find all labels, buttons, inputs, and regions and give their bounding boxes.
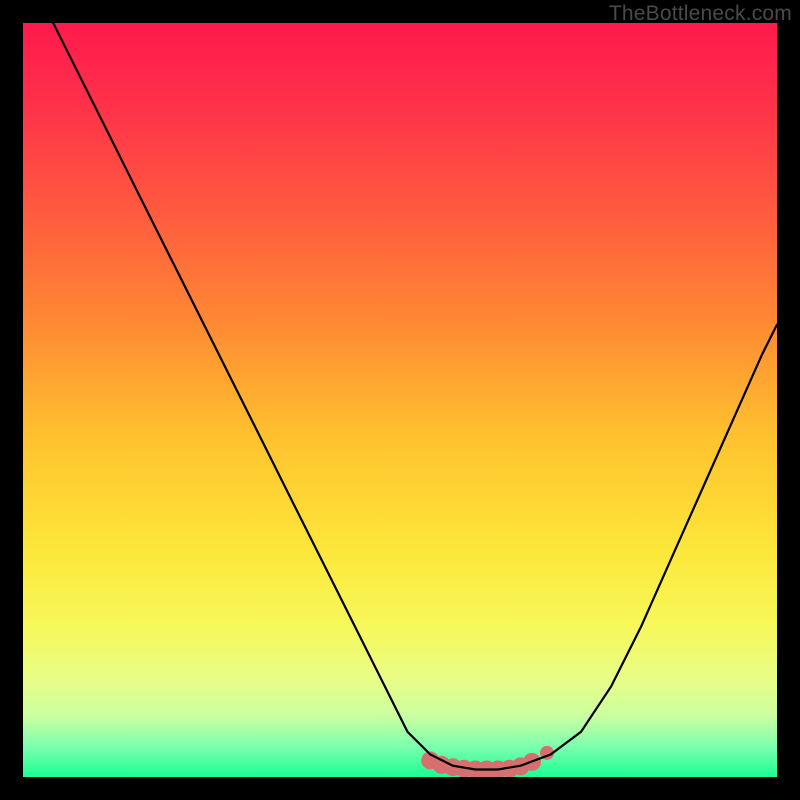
watermark-text: TheBottleneck.com: [609, 2, 792, 26]
chart-svg: [23, 23, 777, 777]
chart-frame: TheBottleneck.com: [0, 0, 800, 800]
plot-area: [23, 23, 777, 777]
gradient-background: [23, 23, 777, 777]
